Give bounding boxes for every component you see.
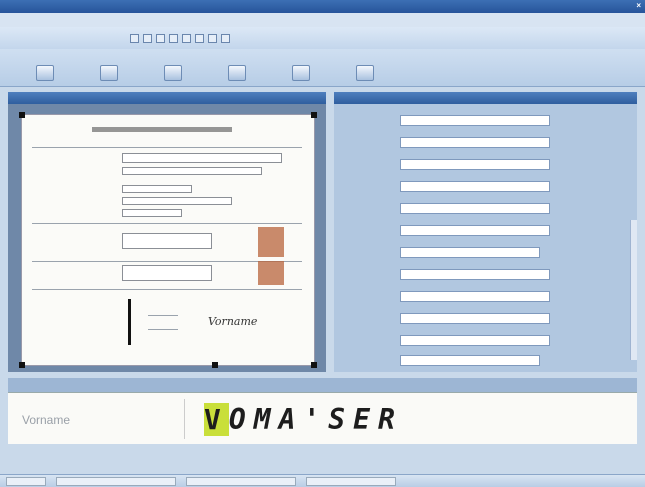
field-row (334, 134, 637, 150)
crop-handle[interactable] (19, 112, 25, 118)
field-input[interactable] (400, 246, 540, 258)
scanned-document[interactable]: Vorname (19, 112, 317, 368)
ribbon-icon (36, 65, 54, 81)
field-input[interactable] (400, 136, 550, 148)
ribbon (0, 49, 645, 87)
zoom-field-label: Vorname (22, 413, 71, 427)
status-segment (306, 476, 396, 486)
toolbar-icon[interactable] (156, 33, 165, 43)
handwriting-box (122, 265, 212, 281)
form-line (32, 223, 302, 224)
window-titlebar: × (0, 0, 645, 13)
pane-splitter[interactable] (8, 378, 637, 392)
remaining-chars: OMA'SER (228, 403, 403, 436)
menu-bar (0, 13, 645, 27)
ribbon-button-4[interactable] (214, 65, 260, 83)
field-input[interactable] (400, 202, 550, 214)
field-input[interactable] (400, 114, 550, 126)
vertical-scrollbar[interactable] (630, 220, 637, 360)
field-input[interactable] (400, 312, 550, 324)
ribbon-button-1[interactable] (22, 65, 68, 83)
toolbar-icon[interactable] (195, 33, 204, 43)
crop-handle[interactable] (19, 362, 25, 368)
ribbon-icon (356, 65, 374, 81)
toolbar-icon[interactable] (221, 33, 230, 43)
status-segment (186, 476, 296, 486)
toolbar-icon[interactable] (130, 33, 139, 43)
current-char: V (204, 403, 229, 436)
toolbar-icon[interactable] (208, 33, 217, 43)
ribbon-button-3[interactable] (150, 65, 196, 83)
status-segment (6, 476, 46, 486)
form-line (32, 147, 302, 148)
ribbon-icon (228, 65, 246, 81)
crop-handle[interactable] (311, 112, 317, 118)
divider (184, 399, 185, 439)
handwritten-signature: Vorname (208, 315, 258, 328)
ribbon-button-6[interactable] (342, 65, 388, 83)
field-row (334, 352, 637, 368)
ribbon-icon (292, 65, 310, 81)
index-fields-panel (334, 104, 637, 372)
form-line (148, 329, 178, 330)
form-box (122, 209, 182, 217)
field-input[interactable] (400, 290, 550, 302)
field-input[interactable] (400, 334, 550, 346)
field-input[interactable] (400, 268, 550, 280)
zoom-field-view: Vorname VOMA'SER (8, 392, 637, 444)
toolbar-icon[interactable] (182, 33, 191, 43)
field-row (334, 266, 637, 282)
document-heading (92, 127, 232, 132)
field-input[interactable] (400, 354, 540, 366)
field-row (334, 178, 637, 194)
form-box (122, 167, 262, 175)
zoom-field-value[interactable]: VOMA'SER (204, 403, 403, 436)
ribbon-icon (164, 65, 182, 81)
form-box (122, 153, 282, 163)
handwriting-box (122, 233, 212, 249)
fields-pane-header (334, 92, 637, 104)
ribbon-button-5[interactable] (278, 65, 324, 83)
status-bar (0, 474, 645, 487)
quick-toolbar (0, 27, 645, 49)
ribbon-button-2[interactable] (86, 65, 132, 83)
toolbar-icon[interactable] (169, 33, 178, 43)
field-row (334, 310, 637, 326)
form-line (32, 289, 302, 290)
document-pane-header (8, 92, 326, 104)
crop-handle[interactable] (212, 362, 218, 368)
field-row (334, 200, 637, 216)
field-row (334, 244, 637, 260)
crop-handle[interactable] (311, 362, 317, 368)
stamp-mark (258, 227, 284, 257)
toolbar-icon[interactable] (143, 33, 152, 43)
field-input[interactable] (400, 224, 550, 236)
form-line (148, 315, 178, 316)
field-row (334, 288, 637, 304)
close-icon[interactable]: × (636, 1, 641, 10)
field-row (334, 222, 637, 238)
field-row (334, 112, 637, 128)
stamp-mark (258, 261, 284, 285)
field-input[interactable] (400, 180, 550, 192)
barcode (128, 299, 131, 345)
field-row (334, 332, 637, 348)
ribbon-icon (100, 65, 118, 81)
field-row (334, 156, 637, 172)
field-input[interactable] (400, 158, 550, 170)
form-box (122, 185, 192, 193)
status-segment (56, 476, 176, 486)
form-box (122, 197, 232, 205)
